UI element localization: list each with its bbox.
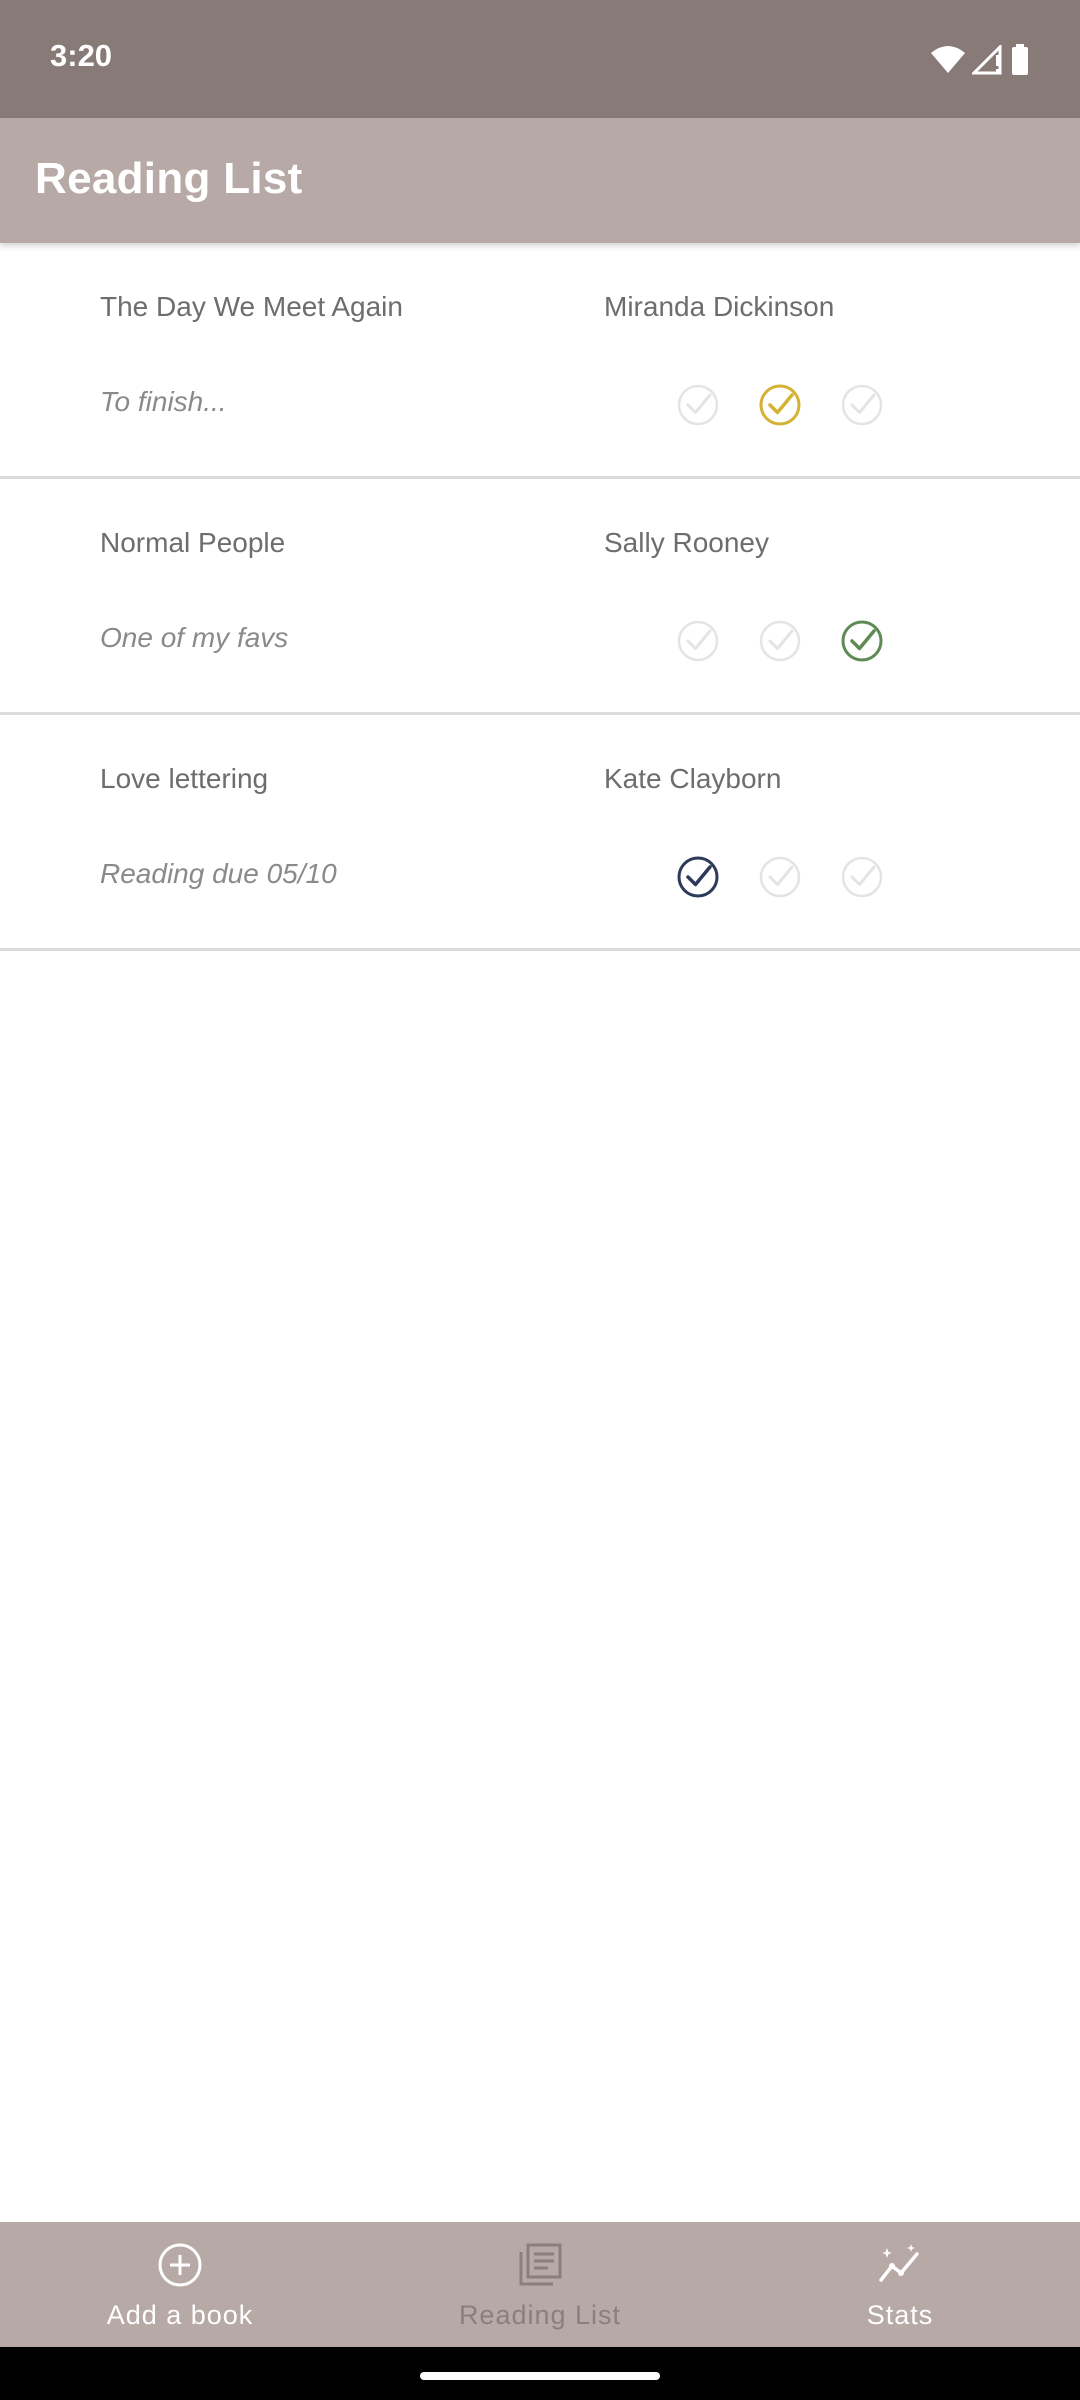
nav-add-book[interactable]: Add a book (0, 2222, 360, 2347)
nav-stats[interactable]: Stats (720, 2222, 1080, 2347)
page-title: Reading List (35, 154, 303, 203)
nav-label: Add a book (106, 2300, 254, 2330)
book-author: Kate Clayborn (604, 763, 782, 794)
book-note: Reading due 05/10 (100, 858, 337, 889)
book-author: Miranda Dickinson (604, 291, 835, 322)
battery-icon (1012, 44, 1028, 75)
book-title: The Day We Meet Again (100, 291, 403, 322)
add-circle-icon (158, 2243, 202, 2287)
status-check-icon[interactable] (840, 383, 884, 427)
wifi-icon (931, 46, 965, 73)
status-check-icon[interactable] (676, 619, 720, 663)
status-icons (930, 40, 1030, 80)
book-note: One of my favs (100, 622, 289, 653)
system-gesture-bar (0, 2347, 1080, 2400)
nav-reading-list[interactable]: Reading List (360, 2222, 720, 2347)
signal-icon (972, 45, 1002, 75)
status-check-selected-icon[interactable] (758, 383, 802, 427)
list-item[interactable]: Love lettering Kate Clayborn Reading due… (0, 715, 1080, 951)
nav-label: Stats (866, 2300, 934, 2330)
status-check-selected-icon[interactable] (676, 855, 720, 899)
bottom-nav: Add a book Reading List Stats (0, 2222, 1080, 2347)
status-check-icon[interactable] (676, 383, 720, 427)
home-gesture-handle[interactable] (420, 2372, 660, 2380)
status-check-selected-icon[interactable] (840, 619, 884, 663)
nav-label: Reading List (458, 2300, 622, 2330)
status-check-icon[interactable] (758, 619, 802, 663)
status-selector (676, 855, 884, 899)
status-check-icon[interactable] (840, 855, 884, 899)
book-list: The Day We Meet Again Miranda Dickinson … (0, 243, 1080, 951)
list-icon (519, 2243, 562, 2286)
book-title: Love lettering (100, 763, 269, 794)
app-bar: Reading List (0, 118, 1080, 243)
list-item[interactable]: Normal People Sally Rooney One of my fav… (0, 479, 1080, 715)
stats-icon (879, 2244, 919, 2282)
status-check-icon[interactable] (758, 855, 802, 899)
list-item[interactable]: The Day We Meet Again Miranda Dickinson … (0, 243, 1080, 479)
status-bar: 3:20 (0, 0, 1080, 118)
status-selector (676, 619, 884, 663)
status-time: 3:20 (50, 38, 113, 73)
book-note: To finish... (100, 386, 227, 417)
book-author: Sally Rooney (604, 527, 769, 558)
book-title: Normal People (100, 527, 286, 558)
status-selector (676, 383, 884, 427)
